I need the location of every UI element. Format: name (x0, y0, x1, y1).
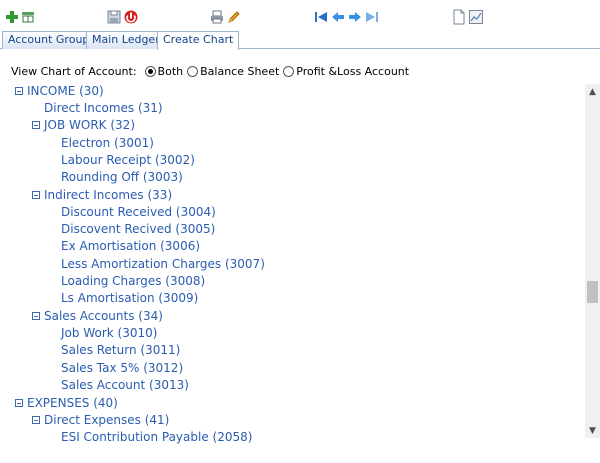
save-icon[interactable] (106, 9, 122, 25)
radio-dot (187, 65, 199, 77)
next-record-icon[interactable] (347, 9, 363, 25)
tree-node[interactable]: Sales Return (3011) (61, 342, 180, 359)
tree-node-label: Sales Account (3013) (61, 378, 189, 392)
tree-node[interactable]: Sales Accounts (34) (32, 308, 163, 325)
first-record-icon[interactable] (313, 9, 329, 25)
tree-node[interactable]: ESI Contribution Payable (2058) (61, 429, 252, 446)
tree-node-label: Ls Amortisation (3009) (61, 291, 199, 305)
tree-node[interactable]: Electron (3001) (61, 135, 154, 152)
tree-node[interactable]: Sales Account (3013) (61, 377, 189, 394)
new-document-icon[interactable] (451, 9, 467, 25)
tab-create-chart[interactable]: Create Chart (157, 31, 240, 50)
tree-node-label: Sales Tax 5% (3012) (61, 361, 184, 375)
tree-node-income[interactable]: INCOME (30) (15, 83, 104, 100)
tree-node-label: Rounding Off (3003) (61, 170, 183, 184)
previous-record-icon[interactable] (330, 9, 346, 25)
tree-node-label: JOB WORK (32) (44, 118, 135, 132)
tree-node[interactable]: Direct Expenses (41) (32, 412, 169, 429)
tree-node-label: Direct Expenses (41) (44, 413, 170, 427)
print-icon[interactable] (209, 9, 225, 25)
radio-label: Both (157, 64, 184, 78)
tree-node[interactable]: Discount Received (3004) (61, 204, 216, 221)
scroll-down-icon[interactable]: ▼ (585, 423, 600, 438)
collapse-toggle-icon[interactable] (32, 120, 40, 129)
radio-label: Balance Sheet (200, 64, 280, 78)
chart-image-icon[interactable] (468, 9, 484, 25)
tree-node-label: Job Work (3010) (61, 326, 158, 340)
tree-node-label: Labour Receipt (3002) (61, 153, 195, 167)
tree-node[interactable]: Indirect Incomes (33) (32, 187, 172, 204)
tree-node[interactable]: Ls Amortisation (3009) (61, 290, 198, 307)
collapse-toggle-icon[interactable] (32, 311, 40, 320)
tree-node-label: Discovent Recived (3005) (61, 222, 216, 236)
collapse-toggle-icon[interactable] (15, 398, 23, 407)
tree-node-label: Indirect Incomes (33) (44, 188, 173, 202)
tree-node-label: INCOME (30) (27, 84, 104, 98)
radio-dot (144, 65, 156, 77)
tree-node-label: Sales Return (3011) (61, 343, 181, 357)
table-edit-icon[interactable] (20, 9, 36, 25)
last-record-icon[interactable] (364, 9, 380, 25)
tree-node-label: Direct Incomes (31) (44, 101, 163, 115)
view-chart-label: View Chart of Account: (11, 64, 137, 78)
radio-both[interactable]: Both (144, 64, 184, 78)
radio-dot (283, 65, 295, 77)
collapse-toggle-icon[interactable] (32, 415, 40, 424)
toolbar (0, 0, 600, 30)
tree-node[interactable]: Ex Amortisation (3006) (61, 238, 200, 255)
scrollbar-thumb[interactable] (587, 281, 598, 303)
radio-profit-loss[interactable]: Profit &Loss Account (283, 65, 409, 78)
tree-node-expenses[interactable]: EXPENSES (40) (15, 395, 118, 412)
tree-node[interactable]: Rounding Off (3003) (61, 169, 183, 186)
collapse-toggle-icon[interactable] (32, 190, 40, 199)
collapse-toggle-icon[interactable] (15, 86, 23, 95)
view-chart-options: View Chart of Account: Both Balance Shee… (11, 63, 413, 79)
tree-node[interactable]: Labour Receipt (3002) (61, 152, 195, 169)
tree-node[interactable]: JOB WORK (32) (32, 117, 135, 134)
vertical-scrollbar[interactable]: ▲ ▼ (585, 84, 600, 438)
edit-pencil-icon[interactable] (226, 9, 242, 25)
tab-strip: Account Group Main Ledger Create Chart (0, 31, 600, 50)
tree-node[interactable]: Job Work (3010) (61, 325, 157, 342)
tab-main-ledger[interactable]: Main Ledger (86, 31, 166, 49)
tree-node[interactable]: Direct Incomes (31) (44, 100, 163, 117)
tree-node[interactable]: Less Amortization Charges (3007) (61, 256, 265, 273)
tree-node-label: EXPENSES (40) (27, 396, 118, 410)
tree-node[interactable]: Loading Charges (3008) (61, 273, 205, 290)
delete-icon[interactable] (123, 9, 139, 25)
add-icon[interactable] (4, 9, 20, 25)
tree-node-label: Ex Amortisation (3006) (61, 239, 201, 253)
tree-node-label: Loading Charges (3008) (61, 274, 206, 288)
chart-of-accounts-tree: INCOME (30) Direct Incomes (31) JOB WORK… (0, 83, 586, 455)
tree-node[interactable]: Discovent Recived (3005) (61, 221, 215, 238)
tree-node[interactable]: Sales Tax 5% (3012) (61, 360, 183, 377)
tree-node-label: Discount Received (3004) (61, 205, 216, 219)
scroll-up-icon[interactable]: ▲ (585, 84, 600, 99)
tree-node-label: Less Amortization Charges (3007) (61, 257, 265, 271)
radio-balance-sheet[interactable]: Balance Sheet (187, 65, 279, 78)
tab-account-group[interactable]: Account Group (2, 31, 96, 49)
radio-label: Profit &Loss Account (296, 64, 410, 78)
tree-node-label: ESI Contribution Payable (2058) (61, 430, 253, 444)
tree-node-label: Electron (3001) (61, 136, 154, 150)
tree-node-label: Sales Accounts (34) (44, 309, 163, 323)
